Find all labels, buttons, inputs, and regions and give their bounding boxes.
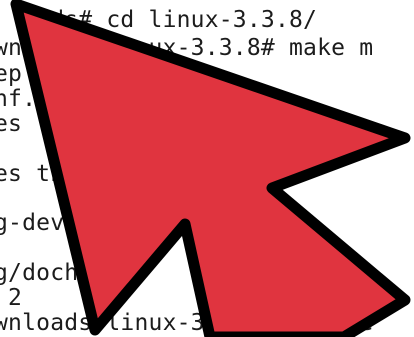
cursor-arrow-shape <box>10 0 411 337</box>
screenshot: ds# cd linux-3.3.8/ wn inux-3.3.8# make … <box>0 0 414 337</box>
mouse-cursor-arrow-icon <box>10 0 411 337</box>
